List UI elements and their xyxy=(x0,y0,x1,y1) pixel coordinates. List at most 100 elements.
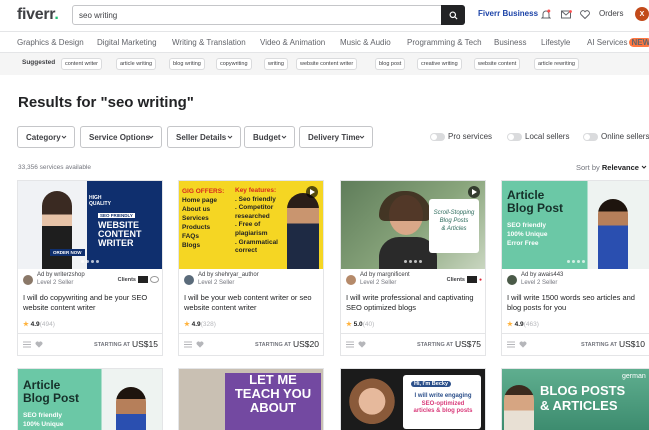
suggested-chip[interactable]: writing xyxy=(264,58,288,70)
thumb-text: I will write engaging xyxy=(414,393,472,399)
thumb-text: BLOG POSTS xyxy=(540,383,626,398)
gig-card[interactable]: Article Blog Post SEO friendly 100% Uniq… xyxy=(501,180,649,356)
gig-price[interactable]: US$10 xyxy=(619,339,645,349)
card-footer: STARTING AT US$15 xyxy=(18,333,162,355)
play-icon[interactable] xyxy=(306,186,318,198)
category-ai-services[interactable]: AI Services NEW xyxy=(587,38,649,47)
suggested-chip[interactable]: website content writer xyxy=(296,58,358,70)
starting-at-label: STARTING AT xyxy=(94,342,130,348)
gig-card[interactable]: GIG OFFERS: Home page About us Services … xyxy=(178,180,324,356)
thumb-text: SEO-optimized xyxy=(421,400,465,407)
local-sellers-toggle[interactable] xyxy=(507,133,522,141)
orders-link[interactable]: Orders xyxy=(599,9,623,18)
user-avatar[interactable]: X xyxy=(635,7,649,21)
menu-icon[interactable] xyxy=(184,341,192,348)
clients-badge: Clients ● xyxy=(446,276,482,283)
pro-services-toggle[interactable] xyxy=(430,133,445,141)
category-music-audio[interactable]: Music & Audio xyxy=(340,38,391,47)
gig-price[interactable]: US$20 xyxy=(293,339,319,349)
seller-avatar[interactable] xyxy=(346,275,356,285)
suggested-chip[interactable]: creative writing xyxy=(417,58,462,70)
thumb-text: About us xyxy=(182,206,211,213)
bell-icon[interactable] xyxy=(540,8,552,20)
menu-icon[interactable] xyxy=(507,341,515,348)
thumb-text: Article xyxy=(23,378,61,392)
heart-icon[interactable] xyxy=(35,341,43,348)
person-illustration xyxy=(598,199,628,269)
suggested-chip[interactable]: blog writing xyxy=(169,58,205,70)
heart-icon[interactable] xyxy=(196,341,204,348)
filter-service-options[interactable]: Service Options xyxy=(80,126,162,148)
category-video-animation[interactable]: Video & Animation xyxy=(260,38,325,47)
search-input[interactable] xyxy=(73,6,441,24)
category-writing-translation[interactable]: Writing & Translation xyxy=(172,38,246,47)
category-digital-marketing[interactable]: Digital Marketing xyxy=(97,38,157,47)
gig-thumbnail[interactable]: Article Blog Post SEO friendly 100% Uniq… xyxy=(502,181,649,269)
thumb-text: SEO friendly xyxy=(23,412,63,419)
gig-thumbnail[interactable]: GIG OFFERS: Home page About us Services … xyxy=(179,181,323,269)
category-programming-tech[interactable]: Programming & Tech xyxy=(407,38,482,47)
thumb-text: & Articles xyxy=(441,226,467,232)
thumb-order-button: ORDER NOW xyxy=(50,249,85,256)
menu-icon[interactable] xyxy=(346,341,354,348)
gig-card[interactable]: Scroll-Stopping Blog Posts & Articles Ad… xyxy=(340,180,486,356)
gig-card[interactable]: HIGH QUALITY SEO FRIENDLY WEBSITE CONTENT W… xyxy=(17,180,163,356)
carousel-dots[interactable] xyxy=(566,260,585,263)
mail-icon[interactable] xyxy=(560,8,572,20)
fiverr-logo[interactable]: fiverr. xyxy=(17,6,59,24)
gig-title[interactable]: I will be your web content writer or seo… xyxy=(184,293,322,313)
seller-name[interactable]: Ad by margnificent xyxy=(360,272,410,278)
seller-avatar[interactable] xyxy=(184,275,194,285)
suggested-chip[interactable]: content writer xyxy=(61,58,103,70)
menu-icon[interactable] xyxy=(23,341,31,348)
star-icon: ★ xyxy=(184,321,190,328)
heart-icon[interactable] xyxy=(579,8,591,20)
fiverr-business-link[interactable]: Fiverr Business xyxy=(478,9,538,18)
search-button[interactable] xyxy=(441,5,465,25)
heart-icon[interactable] xyxy=(519,341,527,348)
suggested-chip[interactable]: article rewriting xyxy=(534,58,579,70)
suggested-chip[interactable]: article writing xyxy=(116,58,157,70)
filter-budget[interactable]: Budget xyxy=(244,126,295,148)
thumb-text: Error Free xyxy=(507,240,539,247)
thumb-text: Home page xyxy=(182,197,218,204)
category-graphics-design[interactable]: Graphics & Design xyxy=(17,38,84,47)
category-business[interactable]: Business xyxy=(494,38,526,47)
carousel-dots[interactable] xyxy=(81,260,99,263)
seller-name[interactable]: Ad by shehryar_author xyxy=(198,272,259,278)
online-sellers-label: Online sellers xyxy=(601,132,649,141)
gig-title[interactable]: I will do copywriting and be your SEO we… xyxy=(23,293,161,313)
online-sellers-toggle[interactable] xyxy=(583,133,598,141)
gig-title[interactable]: I will write professional and captivatin… xyxy=(346,293,484,313)
gig-thumbnail[interactable]: HIGH QUALITY SEO FRIENDLY WEBSITE CONTENT W… xyxy=(18,181,162,269)
seller-name[interactable]: Ad by writerzshop xyxy=(37,272,85,278)
gig-thumbnail[interactable]: Scroll-Stopping Blog Posts & Articles xyxy=(341,181,485,269)
gig-thumbnail[interactable]: Article Blog Post SEO friendly 100% Uniq… xyxy=(17,368,163,430)
thumb-text: . Competitor xyxy=(235,204,274,212)
results-title: Results for "seo writing" xyxy=(18,94,194,111)
suggested-chip[interactable]: blog post xyxy=(375,58,406,70)
suggested-chip[interactable]: website content xyxy=(474,58,521,70)
gig-price[interactable]: US$75 xyxy=(455,339,481,349)
heart-icon[interactable] xyxy=(358,341,366,348)
category-lifestyle[interactable]: Lifestyle xyxy=(541,38,570,47)
gig-thumbnail[interactable]: Hi, I'm Becky I will write engaging SEO-… xyxy=(340,368,486,430)
filter-seller-details[interactable]: Seller Details xyxy=(167,126,241,148)
seller-avatar[interactable] xyxy=(507,275,517,285)
gig-price[interactable]: US$15 xyxy=(132,339,158,349)
play-icon[interactable] xyxy=(468,186,480,198)
sort-dropdown[interactable]: Sort by Relevance xyxy=(576,163,647,172)
seller-avatar[interactable] xyxy=(23,275,33,285)
suggested-chip[interactable]: copywriting xyxy=(216,58,252,70)
gig-thumbnail[interactable]: LET ME TEACH YOU ABOUT xyxy=(178,368,324,430)
carousel-dots[interactable] xyxy=(404,260,422,263)
filter-category[interactable]: Category xyxy=(17,126,75,148)
service-count: 33,356 services available xyxy=(18,164,91,171)
seller-info: Ad by margnificent Level 2 Seller Client… xyxy=(346,271,482,289)
thumb-text: Scroll-Stopping xyxy=(433,210,475,216)
filter-delivery-time[interactable]: Delivery Time xyxy=(299,126,373,148)
gig-title[interactable]: I will write 1500 words seo articles and… xyxy=(507,293,645,313)
chevron-down-icon xyxy=(281,135,287,139)
gig-thumbnail[interactable]: german BLOG POSTS & ARTICLES xyxy=(501,368,649,430)
seller-name[interactable]: Ad by awais443 xyxy=(521,272,563,278)
